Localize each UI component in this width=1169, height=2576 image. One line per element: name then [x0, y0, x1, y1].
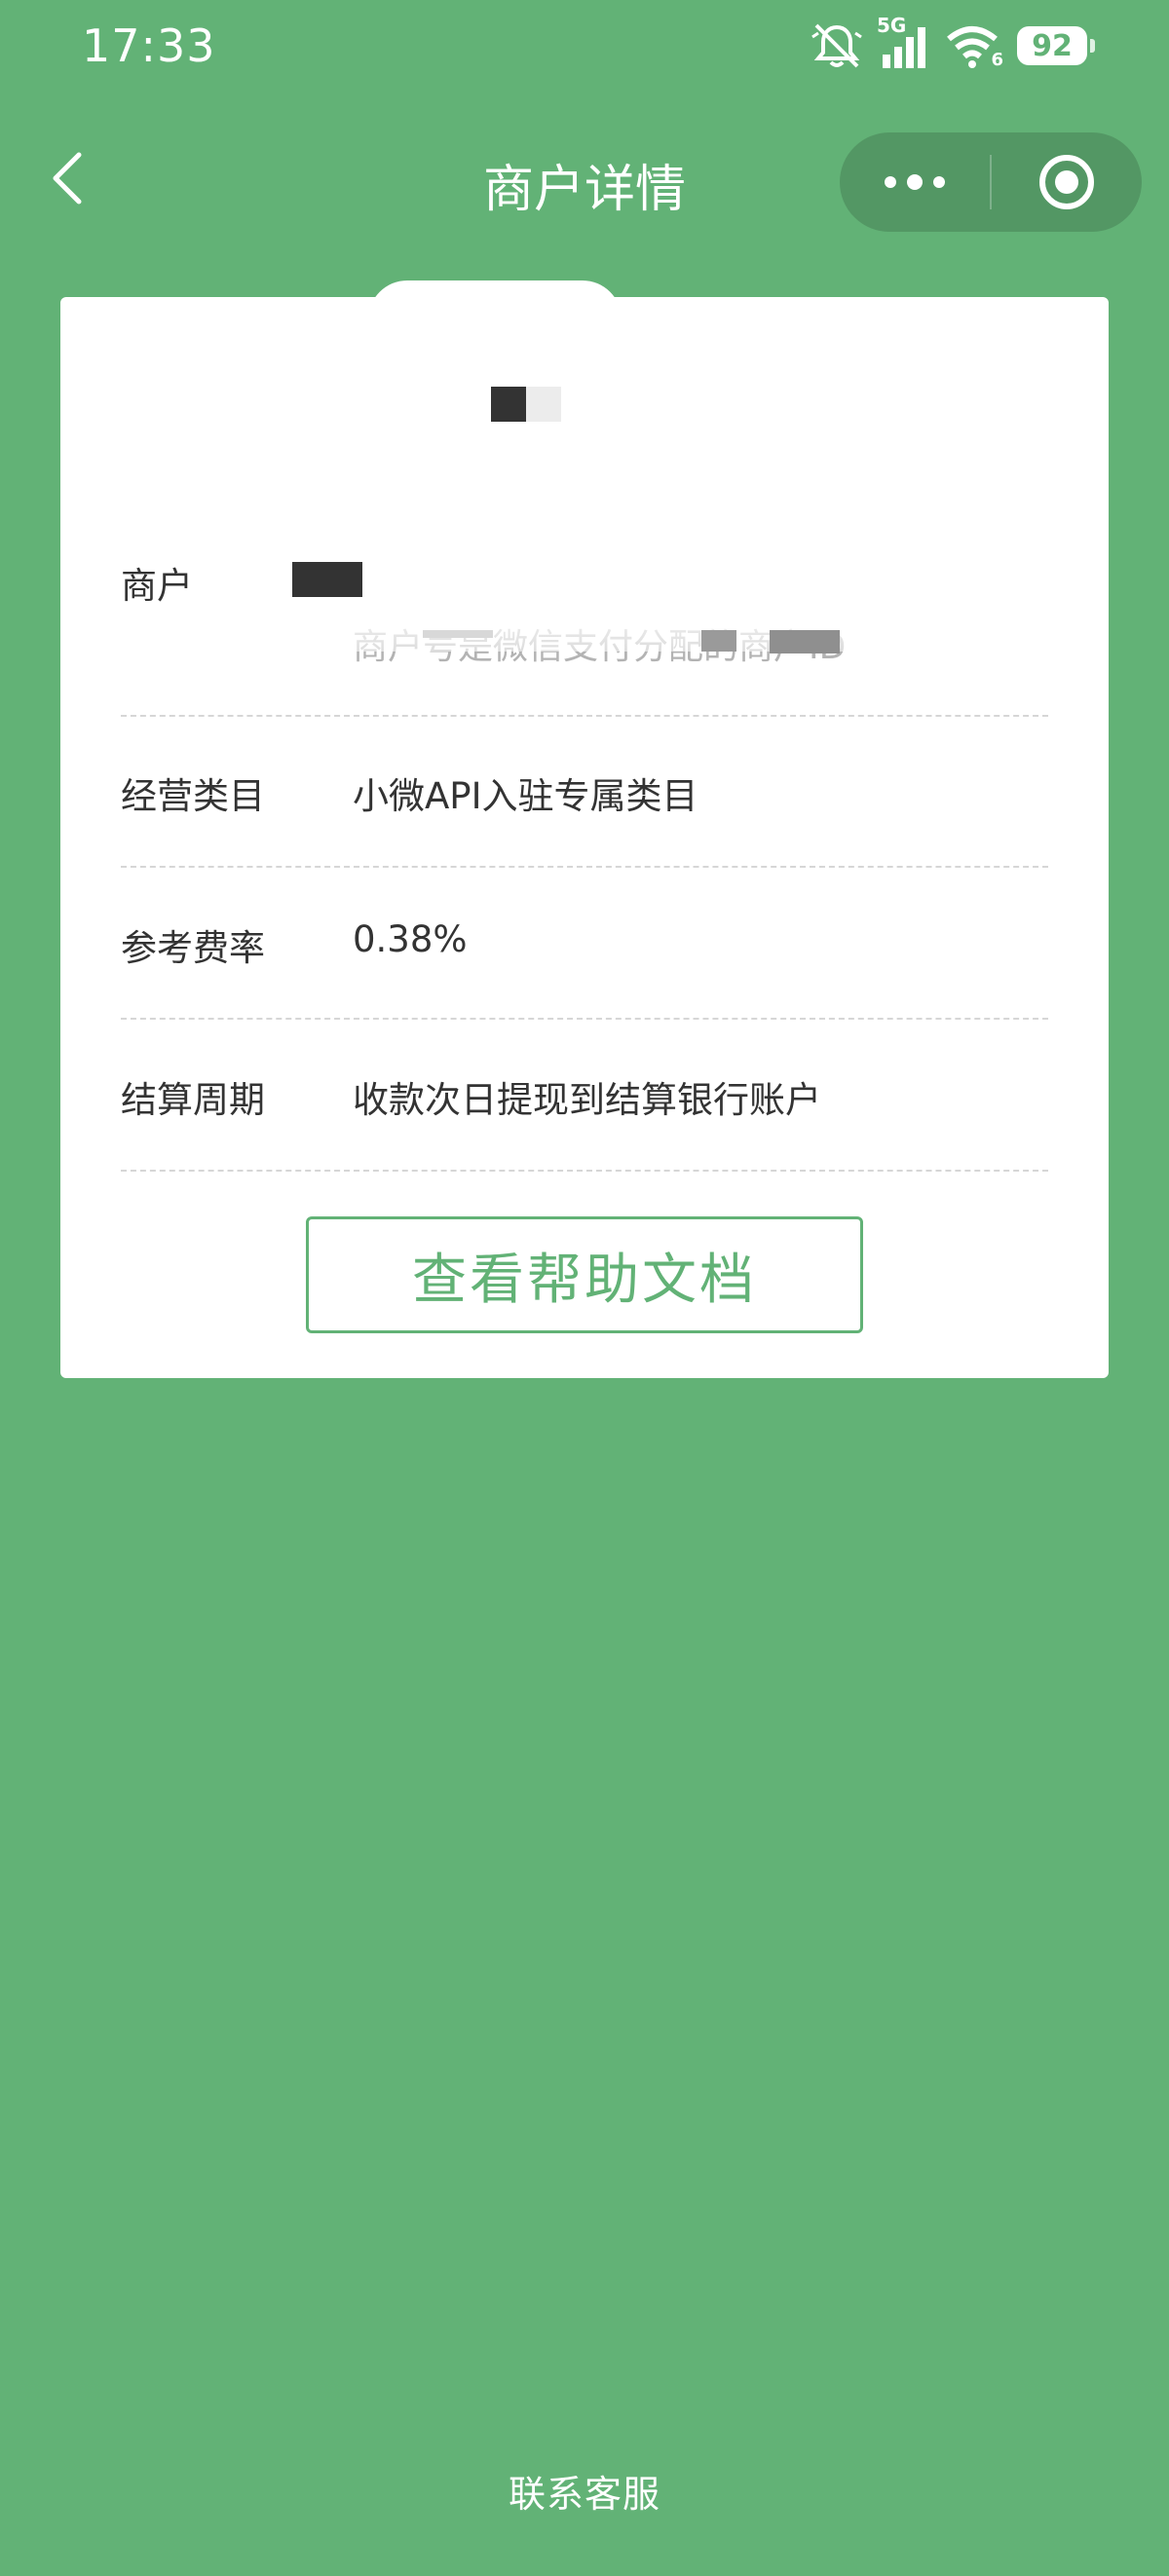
category-row: 经营类目 小微API入驻专属类目: [121, 766, 1048, 817]
screen: 17:33 5G 6 92 商户详情 商户 经营类目 小微API入驻专属类目 参…: [0, 0, 1169, 2576]
more-dots-icon: [885, 174, 945, 190]
logo-block-dark: [491, 387, 526, 422]
view-help-docs-button[interactable]: 查看帮助文档: [306, 1216, 863, 1333]
merchant-logo: [491, 387, 561, 422]
logo-block-light: [526, 387, 561, 422]
redaction-mark: [770, 630, 840, 653]
category-label: 经营类目: [121, 775, 265, 817]
cellular-signal-icon: 5G: [877, 14, 931, 70]
close-miniprogram-button[interactable]: [992, 132, 1142, 232]
redaction-mark: [423, 630, 493, 638]
merchant-card: 商户 商户号是微信支付分配的商户ID 经营类目 小微API入驻专属类目 参考费率…: [60, 297, 1109, 1378]
row-divider: [121, 866, 1048, 868]
wifi-badge: 6: [991, 50, 1003, 70]
row-divider: [121, 1018, 1048, 1020]
category-value: 小微API入驻专属类目: [353, 775, 698, 817]
nav-bar: 商户详情: [0, 127, 1169, 234]
contact-support-link[interactable]: 联系客服: [0, 2464, 1169, 2518]
status-time: 17:33: [82, 19, 216, 72]
redaction-mark: [701, 630, 736, 652]
battery-level: 92: [1032, 28, 1073, 63]
settlement-value: 收款次日提现到结算银行账户: [353, 1079, 821, 1121]
wifi-icon: 6: [945, 21, 1003, 70]
battery-tip: [1090, 39, 1095, 53]
fee-rate-row: 参考费率 0.38%: [121, 918, 1048, 969]
status-bar: 17:33 5G 6 92: [0, 0, 1169, 93]
target-circle-icon: [1039, 155, 1094, 209]
miniprogram-capsule: [840, 132, 1142, 232]
fee-rate-label: 参考费率: [121, 927, 265, 969]
row-divider: [121, 1170, 1048, 1172]
mute-bell-icon: [811, 21, 863, 70]
merchant-id-redacted: [292, 562, 362, 597]
row-divider: [121, 715, 1048, 717]
more-options-button[interactable]: [840, 132, 990, 232]
settlement-row: 结算周期 收款次日提现到结算银行账户: [121, 1070, 1048, 1121]
settlement-label: 结算周期: [121, 1079, 265, 1121]
merchant-row: 商户: [121, 556, 1048, 607]
fee-rate-value: 0.38%: [353, 918, 468, 960]
battery-icon: 92: [1017, 26, 1095, 65]
merchant-label: 商户: [121, 565, 193, 607]
status-icons: 5G 6 92: [811, 14, 1095, 70]
